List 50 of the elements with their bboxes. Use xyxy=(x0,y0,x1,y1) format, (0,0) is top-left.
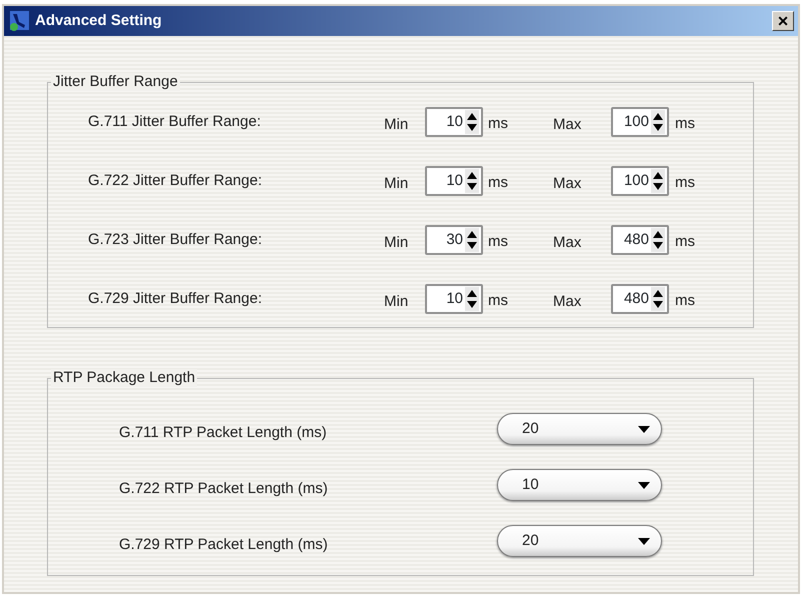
number-spinner[interactable]: 480 xyxy=(611,225,669,255)
row-label: G.722 Jitter Buffer Range: xyxy=(88,170,263,191)
group-title: Jitter Buffer Range xyxy=(51,73,180,91)
unit-label: ms xyxy=(488,114,509,134)
spin-arrows-icon[interactable] xyxy=(651,110,665,134)
spin-arrows-icon[interactable] xyxy=(465,228,479,252)
min-label: Min xyxy=(384,114,410,135)
number-spinner[interactable]: 30 xyxy=(425,225,483,255)
unit-label: ms xyxy=(675,290,695,311)
spin-arrows-icon[interactable] xyxy=(651,228,665,252)
unit-label: ms xyxy=(675,172,695,193)
row-label: G.711 RTP Packet Length (ms) xyxy=(119,422,328,443)
row-label: G.722 RTP Packet Length (ms) xyxy=(119,478,329,499)
close-button[interactable]: × xyxy=(772,11,794,31)
number-spinner[interactable]: 10 xyxy=(425,107,483,137)
dropdown[interactable]: 10 xyxy=(497,469,662,501)
row-label: G.711 Jitter Buffer Range: xyxy=(88,112,262,132)
caret-icon xyxy=(637,424,651,434)
row-label: G.723 Jitter Buffer Range: xyxy=(88,230,263,250)
min-label: Min xyxy=(384,174,410,194)
unit-label: ms xyxy=(488,232,509,252)
spin-arrows-icon[interactable] xyxy=(651,287,665,311)
min-label: Min xyxy=(384,232,410,253)
caret-icon xyxy=(637,480,651,490)
number-spinner[interactable]: 100 xyxy=(611,107,669,137)
max-label: Max xyxy=(553,232,582,253)
spin-arrows-icon[interactable] xyxy=(465,110,479,134)
row-label: G.729 Jitter Buffer Range: xyxy=(88,288,263,309)
max-label: Max xyxy=(553,114,582,135)
dropdown[interactable]: 20 xyxy=(497,413,662,445)
unit-label: ms xyxy=(675,114,695,134)
number-spinner[interactable]: 100 xyxy=(611,166,669,196)
unit-label: ms xyxy=(488,172,509,193)
min-label: Min xyxy=(384,292,410,312)
row-label: G.729 RTP Packet Length (ms) xyxy=(119,534,329,555)
number-spinner[interactable]: 480 xyxy=(611,284,669,314)
group-title: RTP Package Length xyxy=(51,369,198,387)
max-label: Max xyxy=(553,292,582,312)
app-icon xyxy=(8,10,30,32)
dropdown[interactable]: 20 xyxy=(497,525,662,557)
spin-arrows-icon[interactable] xyxy=(465,169,479,193)
unit-label: ms xyxy=(488,290,509,311)
number-spinner[interactable]: 10 xyxy=(425,284,483,314)
spin-arrows-icon[interactable] xyxy=(465,287,479,311)
caret-icon xyxy=(637,536,651,546)
unit-label: ms xyxy=(675,232,695,252)
number-spinner[interactable]: 10 xyxy=(425,166,483,196)
max-label: Max xyxy=(553,174,582,194)
window-title: Advanced Setting xyxy=(35,10,162,31)
spin-arrows-icon[interactable] xyxy=(651,169,665,193)
